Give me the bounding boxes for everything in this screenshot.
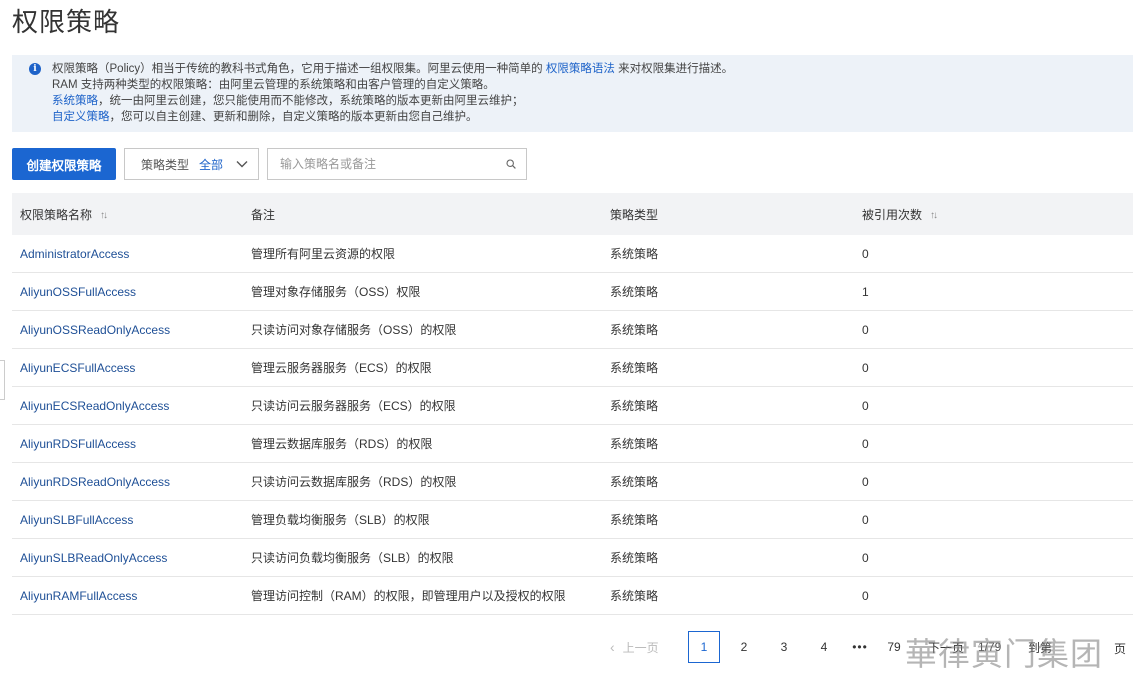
- policy-type: 系统策略: [610, 399, 659, 413]
- policy-refs: 0: [862, 550, 869, 565]
- header-note: 备注: [251, 207, 276, 222]
- policy-name-link[interactable]: AliyunECSReadOnlyAccess: [20, 399, 169, 413]
- policy-refs: 0: [862, 512, 869, 527]
- policy-note: 管理云数据库服务（RDS）的权限: [251, 437, 433, 451]
- info-icon: i: [29, 63, 41, 75]
- policy-type: 系统策略: [610, 323, 659, 337]
- policy-name-link[interactable]: AliyunRDSFullAccess: [20, 437, 136, 451]
- page-button-1[interactable]: 1: [688, 631, 720, 663]
- policy-refs: 0: [862, 360, 869, 375]
- notice-text: ，您可以自主创建、更新和删除，自定义策略的版本更新由您自己维护。: [109, 111, 478, 123]
- notice-line-1: 权限策略（Policy）相当于传统的教科书式角色，它用于描述一组权限集。阿里云使…: [52, 61, 1133, 77]
- custom-policy-link[interactable]: 自定义策略: [52, 111, 110, 123]
- policy-type: 系统策略: [610, 475, 659, 489]
- notice-text: ，统一由阿里云创建，您只能使用而不能修改，系统策略的版本更新由阿里云维护；: [98, 95, 524, 107]
- header-type: 策略类型: [610, 207, 659, 222]
- notice-line-3: 系统策略，统一由阿里云创建，您只能使用而不能修改，系统策略的版本更新由阿里云维护…: [52, 93, 1133, 109]
- policy-note: 只读访问负载均衡服务（SLB）的权限: [251, 551, 454, 565]
- policy-refs: 0: [862, 398, 869, 413]
- page-title: 权限策略: [12, 7, 121, 37]
- notice-text: 来对权限集进行描述。: [618, 63, 734, 75]
- policy-table: 权限策略名称 ↑↓ 备注 策略类型 被引用次数 ↑↓ AdministratorAc…: [12, 193, 1133, 615]
- sort-icon[interactable]: ↑↓: [930, 210, 938, 221]
- notice-line-4: 自定义策略，您可以自主创建、更新和删除，自定义策略的版本更新由您自己维护。: [52, 109, 1133, 125]
- notice-text: 权限策略（Policy）相当于传统的教科书式角色，它用于描述一组权限集。阿里云使…: [52, 63, 543, 75]
- search-icon[interactable]: [506, 159, 516, 169]
- policy-note: 只读访问云服务器服务（ECS）的权限: [251, 399, 456, 413]
- policy-note: 只读访问云数据库服务（RDS）的权限: [251, 475, 457, 489]
- header-name[interactable]: 权限策略名称 ↑↓: [12, 206, 251, 223]
- search-box: [267, 148, 527, 180]
- page-button-2[interactable]: 2: [728, 631, 760, 663]
- policy-refs: 0: [862, 588, 869, 603]
- policy-note: 管理访问控制（RAM）的权限，即管理用户以及授权的权限: [251, 589, 566, 603]
- search-input[interactable]: [268, 149, 488, 179]
- pagination-ellipsis: •••: [852, 640, 868, 654]
- policy-refs: 0: [862, 246, 869, 261]
- watermark: 華律寅门集团: [905, 635, 1104, 673]
- policy-type: 系统策略: [610, 285, 659, 299]
- prev-page-button[interactable]: ‹ 上一页: [610, 639, 688, 656]
- policy-type: 系统策略: [610, 247, 659, 261]
- policy-type: 系统策略: [610, 361, 659, 375]
- table-row: AliyunOSSFullAccess 管理对象存储服务（OSS）权限 系统策略 1: [12, 273, 1133, 311]
- table-row: AliyunSLBReadOnlyAccess 只读访问负载均衡服务（SLB）的权…: [12, 539, 1133, 577]
- policy-refs: 1: [862, 284, 869, 299]
- policy-syntax-link[interactable]: 权限策略语法: [546, 63, 615, 75]
- policy-name-link[interactable]: AliyunRDSReadOnlyAccess: [20, 475, 170, 489]
- policy-type: 系统策略: [610, 513, 659, 527]
- policy-name-link[interactable]: AliyunSLBReadOnlyAccess: [20, 551, 167, 565]
- table-row: AliyunRAMFullAccess 管理访问控制（RAM）的权限，即管理用户以…: [12, 577, 1133, 615]
- policy-note: 管理所有阿里云资源的权限: [251, 247, 396, 261]
- sort-icon[interactable]: ↑↓: [100, 210, 108, 221]
- chevron-down-icon: [236, 161, 248, 168]
- table-row: AliyunSLBFullAccess 管理负载均衡服务（SLB）的权限 系统策略 0: [12, 501, 1133, 539]
- table-row: AdministratorAccess 管理所有阿里云资源的权限 系统策略 0: [12, 235, 1133, 273]
- table-row: AliyunRDSFullAccess 管理云数据库服务（RDS）的权限 系统策略 0: [12, 425, 1133, 463]
- policy-note: 只读访问对象存储服务（OSS）的权限: [251, 323, 457, 337]
- policy-type: 系统策略: [610, 437, 659, 451]
- info-notice: i 权限策略（Policy）相当于传统的教科书式角色，它用于描述一组权限集。阿里…: [12, 55, 1133, 132]
- policy-note: 管理云服务器服务（ECS）的权限: [251, 361, 432, 375]
- chevron-left-icon: ‹: [610, 639, 615, 655]
- select-label: 策略类型: [141, 157, 190, 172]
- table-header: 权限策略名称 ↑↓ 备注 策略类型 被引用次数 ↑↓: [12, 193, 1133, 235]
- policy-refs: 0: [862, 322, 869, 337]
- create-policy-button[interactable]: 创建权限策略: [12, 148, 116, 180]
- toolbar: 创建权限策略 策略类型 全部: [12, 148, 532, 180]
- notice-line-2: RAM 支持两种类型的权限策略：由阿里云管理的系统策略和由客户管理的自定义策略。: [52, 79, 495, 91]
- side-panel-handle[interactable]: [0, 360, 5, 400]
- policy-note: 管理对象存储服务（OSS）权限: [251, 285, 421, 299]
- table-row: AliyunRDSReadOnlyAccess 只读访问云数据库服务（RDS）的权…: [12, 463, 1133, 501]
- policy-type: 系统策略: [610, 551, 659, 565]
- policy-name-link[interactable]: AliyunOSSFullAccess: [20, 285, 136, 299]
- policy-name-link[interactable]: AliyunECSFullAccess: [20, 361, 135, 375]
- policy-refs: 0: [862, 436, 869, 451]
- policy-type: 系统策略: [610, 589, 659, 603]
- policy-name-link[interactable]: AliyunSLBFullAccess: [20, 513, 133, 527]
- policy-type-select[interactable]: 策略类型 全部: [124, 148, 259, 180]
- policy-name-link[interactable]: AliyunOSSReadOnlyAccess: [20, 323, 170, 337]
- policy-note: 管理负载均衡服务（SLB）的权限: [251, 513, 430, 527]
- policy-name-link[interactable]: AliyunRAMFullAccess: [20, 589, 137, 603]
- page-button-4[interactable]: 4: [808, 631, 840, 663]
- system-policy-link[interactable]: 系统策略: [52, 95, 98, 107]
- select-value: 全部: [199, 157, 224, 172]
- page-suffix: 页: [1114, 642, 1127, 656]
- table-row: AliyunOSSReadOnlyAccess 只读访问对象存储服务（OSS）的权…: [12, 311, 1133, 349]
- header-refs[interactable]: 被引用次数 ↑↓: [862, 206, 1133, 223]
- page-button-3[interactable]: 3: [768, 631, 800, 663]
- table-row: AliyunECSReadOnlyAccess 只读访问云服务器服务（ECS）的权…: [12, 387, 1133, 425]
- policy-name-link[interactable]: AdministratorAccess: [20, 247, 129, 261]
- policy-refs: 0: [862, 474, 869, 489]
- table-row: AliyunECSFullAccess 管理云服务器服务（ECS）的权限 系统策略 0: [12, 349, 1133, 387]
